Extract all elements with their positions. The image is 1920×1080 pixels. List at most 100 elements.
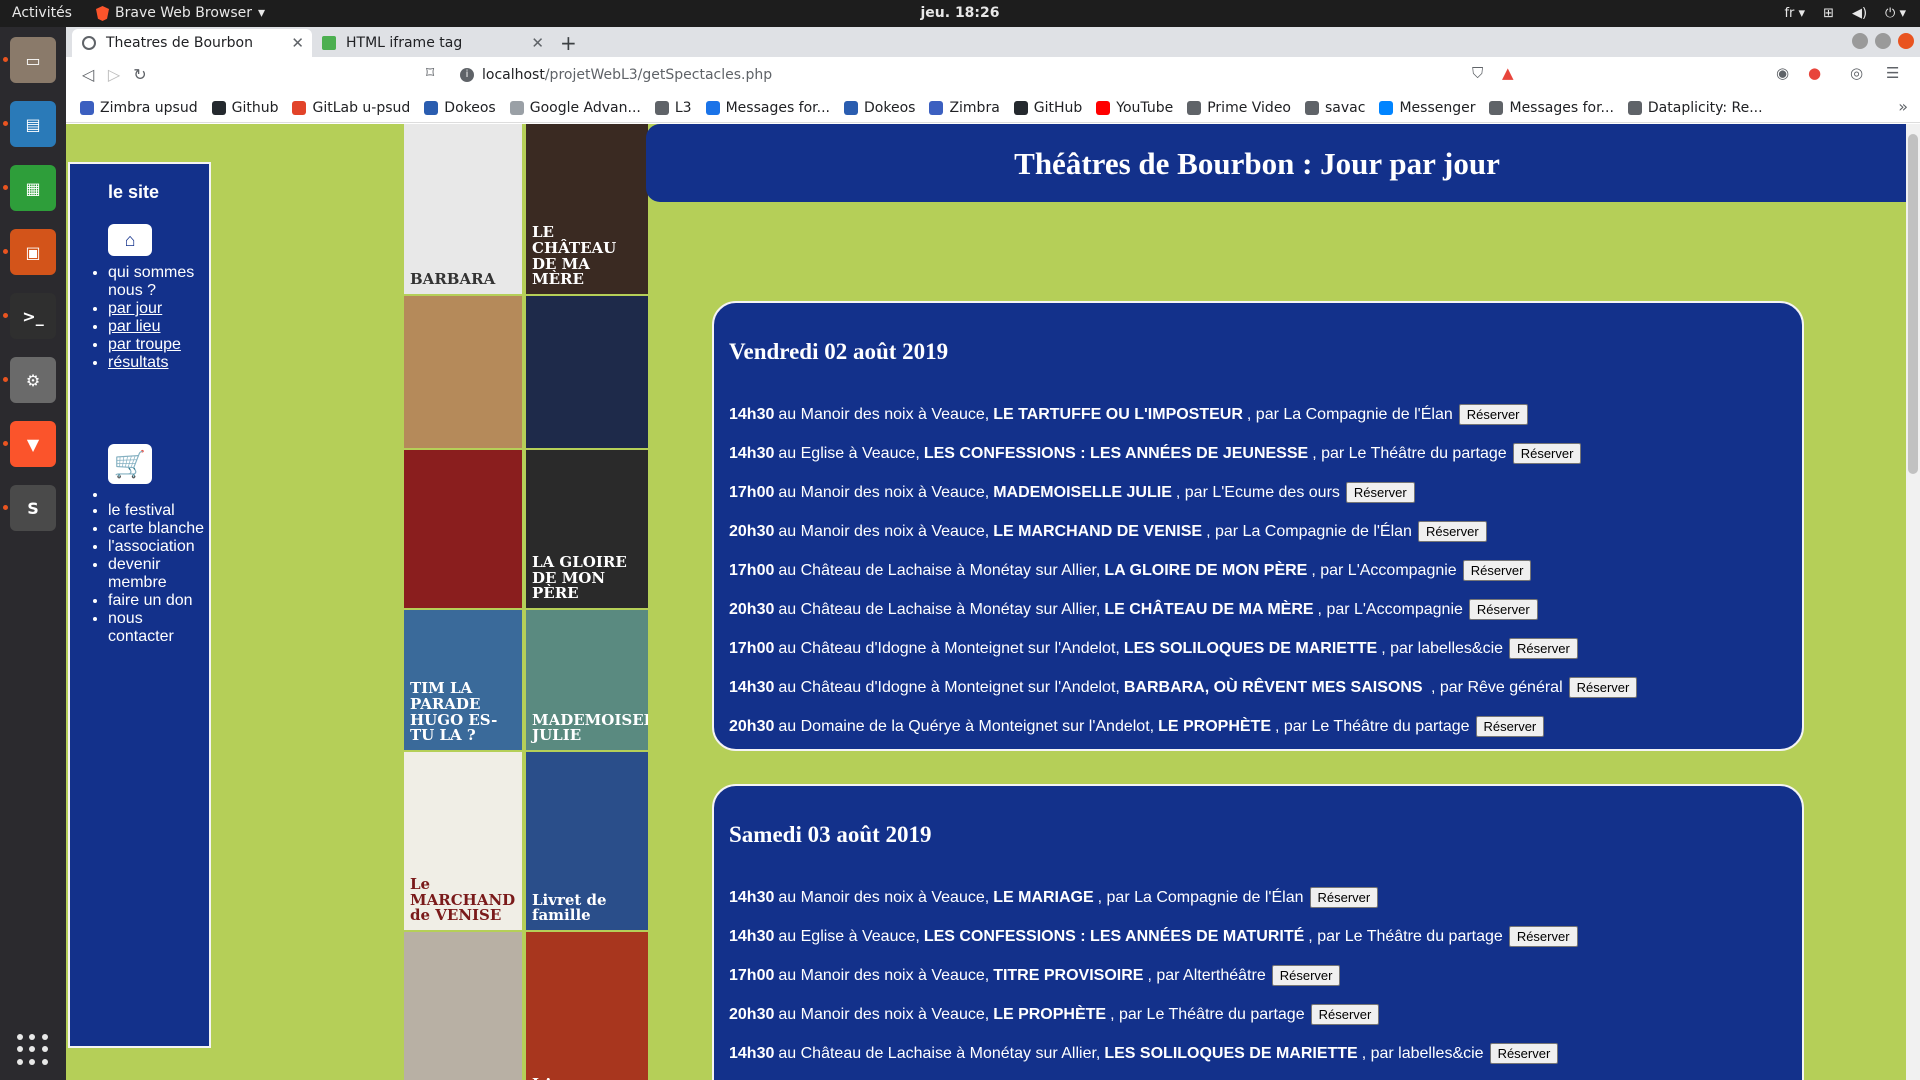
sidebar-menu-item[interactable]: faire un don xyxy=(108,592,208,610)
reserve-button[interactable]: Réserver xyxy=(1508,926,1578,947)
bookmark-icon[interactable]: ⌑ xyxy=(426,63,434,82)
bookmark-item[interactable]: Prime Video xyxy=(1187,100,1291,116)
clock[interactable]: jeu. 18:26 xyxy=(920,0,999,27)
show-poster: BARBARA xyxy=(404,124,522,294)
tab-strip: Theatres de Bourbon ✕ HTML iframe tag ✕ … xyxy=(66,27,1920,57)
system-tray[interactable]: fr ▾ ⊞ ◀) ⏻ ▾ xyxy=(1784,0,1906,27)
bookmark-item[interactable]: Google Advan... xyxy=(509,100,641,116)
extension-icon[interactable]: ◉ xyxy=(1776,64,1789,82)
sidebar-menu-item[interactable]: résultats xyxy=(108,354,208,372)
power-icon[interactable]: ⏻ ▾ xyxy=(1885,0,1906,27)
reserve-button[interactable]: Réserver xyxy=(1417,521,1487,542)
reserve-button[interactable]: Réserver xyxy=(1462,560,1532,581)
show-applications-icon[interactable] xyxy=(17,1034,49,1066)
bookmark-item[interactable]: L3 xyxy=(654,100,692,116)
bookmark-item[interactable]: YouTube xyxy=(1096,100,1173,116)
profile-icon[interactable]: ◎ xyxy=(1850,64,1863,82)
sidebar-menu-item[interactable]: par jour xyxy=(108,300,208,318)
network-icon[interactable]: ⊞ xyxy=(1823,0,1834,27)
sidebar-menu-item[interactable]: l'association xyxy=(108,538,208,556)
reserve-button[interactable]: Réserver xyxy=(1271,965,1341,986)
bookmark-item[interactable]: Zimbra upsud xyxy=(80,100,198,116)
sidebar-link[interactable]: par lieu xyxy=(108,318,160,335)
reserve-button[interactable]: Réserver xyxy=(1458,404,1528,425)
show-troupe: , par L'Accompagnie xyxy=(1311,561,1457,579)
brave-shields-icon[interactable]: ⛉ xyxy=(1472,64,1483,82)
bookmark-item[interactable]: Messenger xyxy=(1379,100,1475,116)
sidebar-menu-item[interactable]: par troupe xyxy=(108,336,208,354)
bookmark-item[interactable]: GitHub xyxy=(1013,100,1082,116)
bookmark-item[interactable]: Messages for... xyxy=(705,100,830,116)
sidebar-menu-item[interactable]: qui sommes nous ? xyxy=(108,264,208,300)
files-icon[interactable]: ▭ xyxy=(10,37,56,83)
address-bar[interactable]: i localhost/projetWebL3/getSpectacles.ph… xyxy=(452,61,1487,89)
bookmark-item[interactable]: Dokeos xyxy=(844,100,915,116)
theatre-logo-icon[interactable]: ⌂ xyxy=(108,224,152,256)
app-menu[interactable]: Brave Web Browser ▾ xyxy=(96,0,265,27)
maximize-button[interactable] xyxy=(1875,33,1891,49)
grid-dot xyxy=(17,1034,23,1040)
new-tab-button[interactable]: + xyxy=(560,31,577,55)
sidebar-link[interactable]: résultats xyxy=(108,354,168,371)
bookmark-item[interactable]: Messages for... xyxy=(1489,100,1614,116)
show-venue: au Manoir des noix à Veauce, xyxy=(778,888,990,906)
reload-button[interactable]: ↻ xyxy=(128,63,152,87)
bookmark-item[interactable]: Dokeos xyxy=(424,99,496,116)
reserve-button[interactable]: Réserver xyxy=(1512,443,1582,464)
bookmark-item[interactable]: savac xyxy=(1305,100,1365,116)
bookmark-item[interactable]: Dataplicity: Re... xyxy=(1627,100,1763,116)
calc-icon[interactable]: ▦ xyxy=(10,165,56,211)
minimize-button[interactable] xyxy=(1852,33,1868,49)
volume-icon[interactable]: ◀) xyxy=(1852,0,1867,27)
reserve-button[interactable]: Réserver xyxy=(1568,677,1638,698)
reserve-button[interactable]: Réserver xyxy=(1489,1043,1559,1064)
bookmark-label: Dokeos xyxy=(444,99,496,116)
sidebar-link[interactable]: par jour xyxy=(108,300,162,317)
sidebar-link[interactable]: par troupe xyxy=(108,336,181,353)
brave-rewards-icon[interactable]: ▲ xyxy=(1502,64,1514,82)
bookmark-item[interactable]: Zimbra xyxy=(929,100,1000,116)
tab-html-iframe[interactable]: HTML iframe tag ✕ xyxy=(312,29,552,57)
sidebar-menu-item[interactable]: par lieu xyxy=(108,318,208,336)
show-troupe: , par Le Théâtre du partage xyxy=(1275,717,1470,735)
reserve-button[interactable]: Réserver xyxy=(1509,638,1578,659)
settings-icon[interactable]: ⚙ xyxy=(10,357,56,403)
show-venue: au Manoir des noix à Veauce, xyxy=(778,966,990,984)
terminal-icon[interactable]: >_ xyxy=(10,293,56,339)
grid-dot xyxy=(29,1034,36,1040)
language-indicator[interactable]: fr ▾ xyxy=(1784,0,1805,27)
scrollbar-thumb[interactable] xyxy=(1908,134,1918,474)
reserve-button[interactable]: Réserver xyxy=(1309,887,1379,908)
tab-theatres[interactable]: Theatres de Bourbon ✕ xyxy=(72,29,312,57)
reserve-button[interactable]: Réserver xyxy=(1475,716,1545,737)
impress-icon[interactable]: ▣ xyxy=(10,229,56,275)
bookmark-label: Zimbra upsud xyxy=(100,99,198,116)
bookmarks-overflow-icon[interactable]: » xyxy=(1898,97,1908,116)
show-poster: TIM LA PARADE HUGO ES-TU LA ? xyxy=(404,610,522,750)
sidebar-menu-item[interactable]: nous contacter xyxy=(108,610,208,646)
reserve-button[interactable]: Réserver xyxy=(1310,1004,1380,1025)
close-window-button[interactable] xyxy=(1898,33,1914,49)
sidebar-menu-item[interactable]: le festival xyxy=(108,502,208,520)
sidebar-menu-item[interactable]: carte blanche xyxy=(108,520,208,538)
reserve-button[interactable]: Réserver xyxy=(1345,482,1415,503)
bookmark-item[interactable]: GitLab u-psud xyxy=(292,100,410,116)
back-button[interactable]: ◁ xyxy=(76,63,100,87)
brave-icon[interactable]: ▼ xyxy=(10,421,56,467)
sublime-icon[interactable]: S xyxy=(10,485,56,531)
menu-icon[interactable]: ☰ xyxy=(1886,64,1899,82)
close-tab-icon[interactable]: ✕ xyxy=(291,34,304,52)
cart-icon[interactable]: 🛒 xyxy=(108,444,152,484)
info-icon[interactable]: i xyxy=(460,68,474,82)
close-tab-icon[interactable]: ✕ xyxy=(531,34,544,52)
forward-button[interactable]: ▷ xyxy=(102,63,126,87)
show-time: 20h30 xyxy=(729,1005,775,1023)
page-scrollbar[interactable] xyxy=(1906,124,1920,1080)
writer-icon[interactable]: ▤ xyxy=(10,101,56,147)
system-top-bar: Activités Brave Web Browser ▾ jeu. 18:26… xyxy=(0,0,1920,27)
activities-button[interactable]: Activités xyxy=(12,0,72,27)
reserve-button[interactable]: Réserver xyxy=(1468,599,1538,620)
bookmark-item[interactable]: Github xyxy=(211,100,278,116)
extension-red-icon[interactable]: ● xyxy=(1808,64,1821,82)
sidebar-menu-item[interactable]: devenir membre xyxy=(108,556,208,592)
